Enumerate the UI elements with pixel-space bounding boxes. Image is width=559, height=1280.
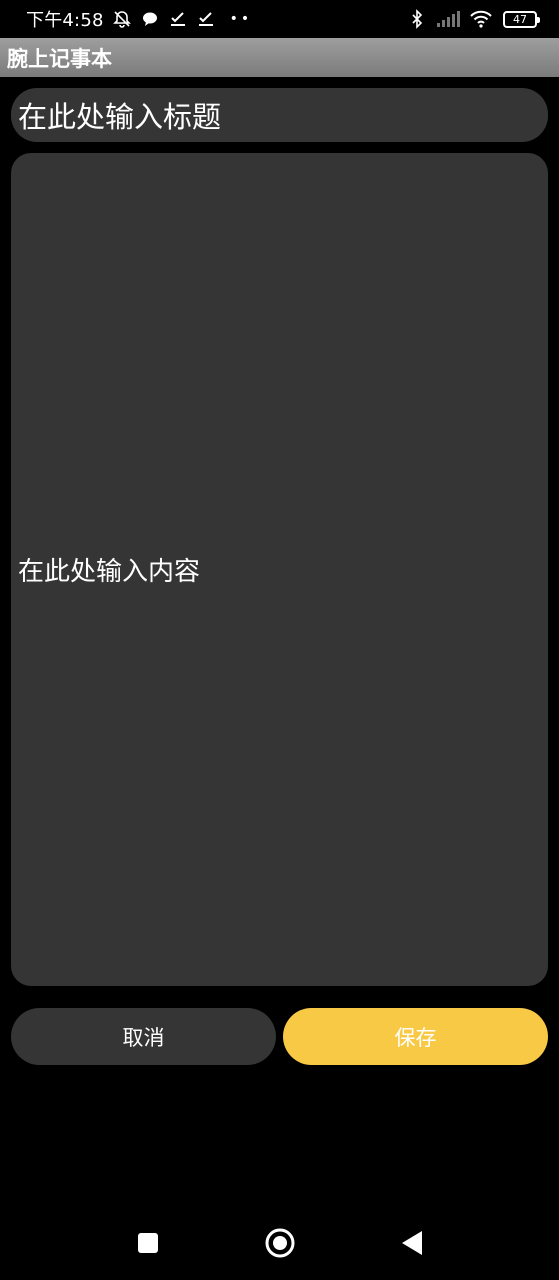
app-title: 腕上记事本: [7, 46, 112, 71]
battery-level: 47: [513, 12, 527, 26]
save-button-label: 保存: [394, 1025, 437, 1050]
bluetooth-icon: [407, 9, 427, 29]
back-triangle-icon[interactable]: [396, 1227, 428, 1259]
signal-icon: [435, 9, 461, 29]
navigation-bar: [0, 1210, 559, 1276]
title-input[interactable]: 在此处输入标题: [11, 88, 548, 142]
content-placeholder: 在此处输入内容: [18, 557, 201, 587]
app-bar: 腕上记事本: [0, 38, 559, 77]
wifi-icon: [469, 9, 493, 29]
alarm-off-icon: [112, 9, 132, 29]
battery-icon: 47: [503, 10, 540, 28]
status-bar-left: 下午4:58 ••: [26, 6, 252, 32]
home-circle-icon[interactable]: [264, 1227, 296, 1259]
save-button[interactable]: 保存: [283, 1008, 548, 1065]
more-dots-icon: ••: [229, 11, 253, 27]
cancel-button[interactable]: 取消: [11, 1008, 276, 1065]
status-bar: 下午4:58 •• 47: [0, 0, 559, 38]
check-icon: [196, 9, 216, 29]
screen: 下午4:58 •• 47 腕上记事本 在此处输入标题 在此处输入内容 取消 保存: [0, 0, 559, 1280]
status-time: 下午4:58: [26, 10, 104, 31]
cancel-button-label: 取消: [122, 1025, 165, 1050]
message-icon: [140, 9, 160, 29]
recents-square-icon[interactable]: [132, 1227, 164, 1259]
check-icon: [168, 9, 188, 29]
title-placeholder: 在此处输入标题: [18, 100, 222, 134]
content-input[interactable]: 在此处输入内容: [11, 153, 548, 986]
status-bar-right: 47: [407, 9, 540, 29]
